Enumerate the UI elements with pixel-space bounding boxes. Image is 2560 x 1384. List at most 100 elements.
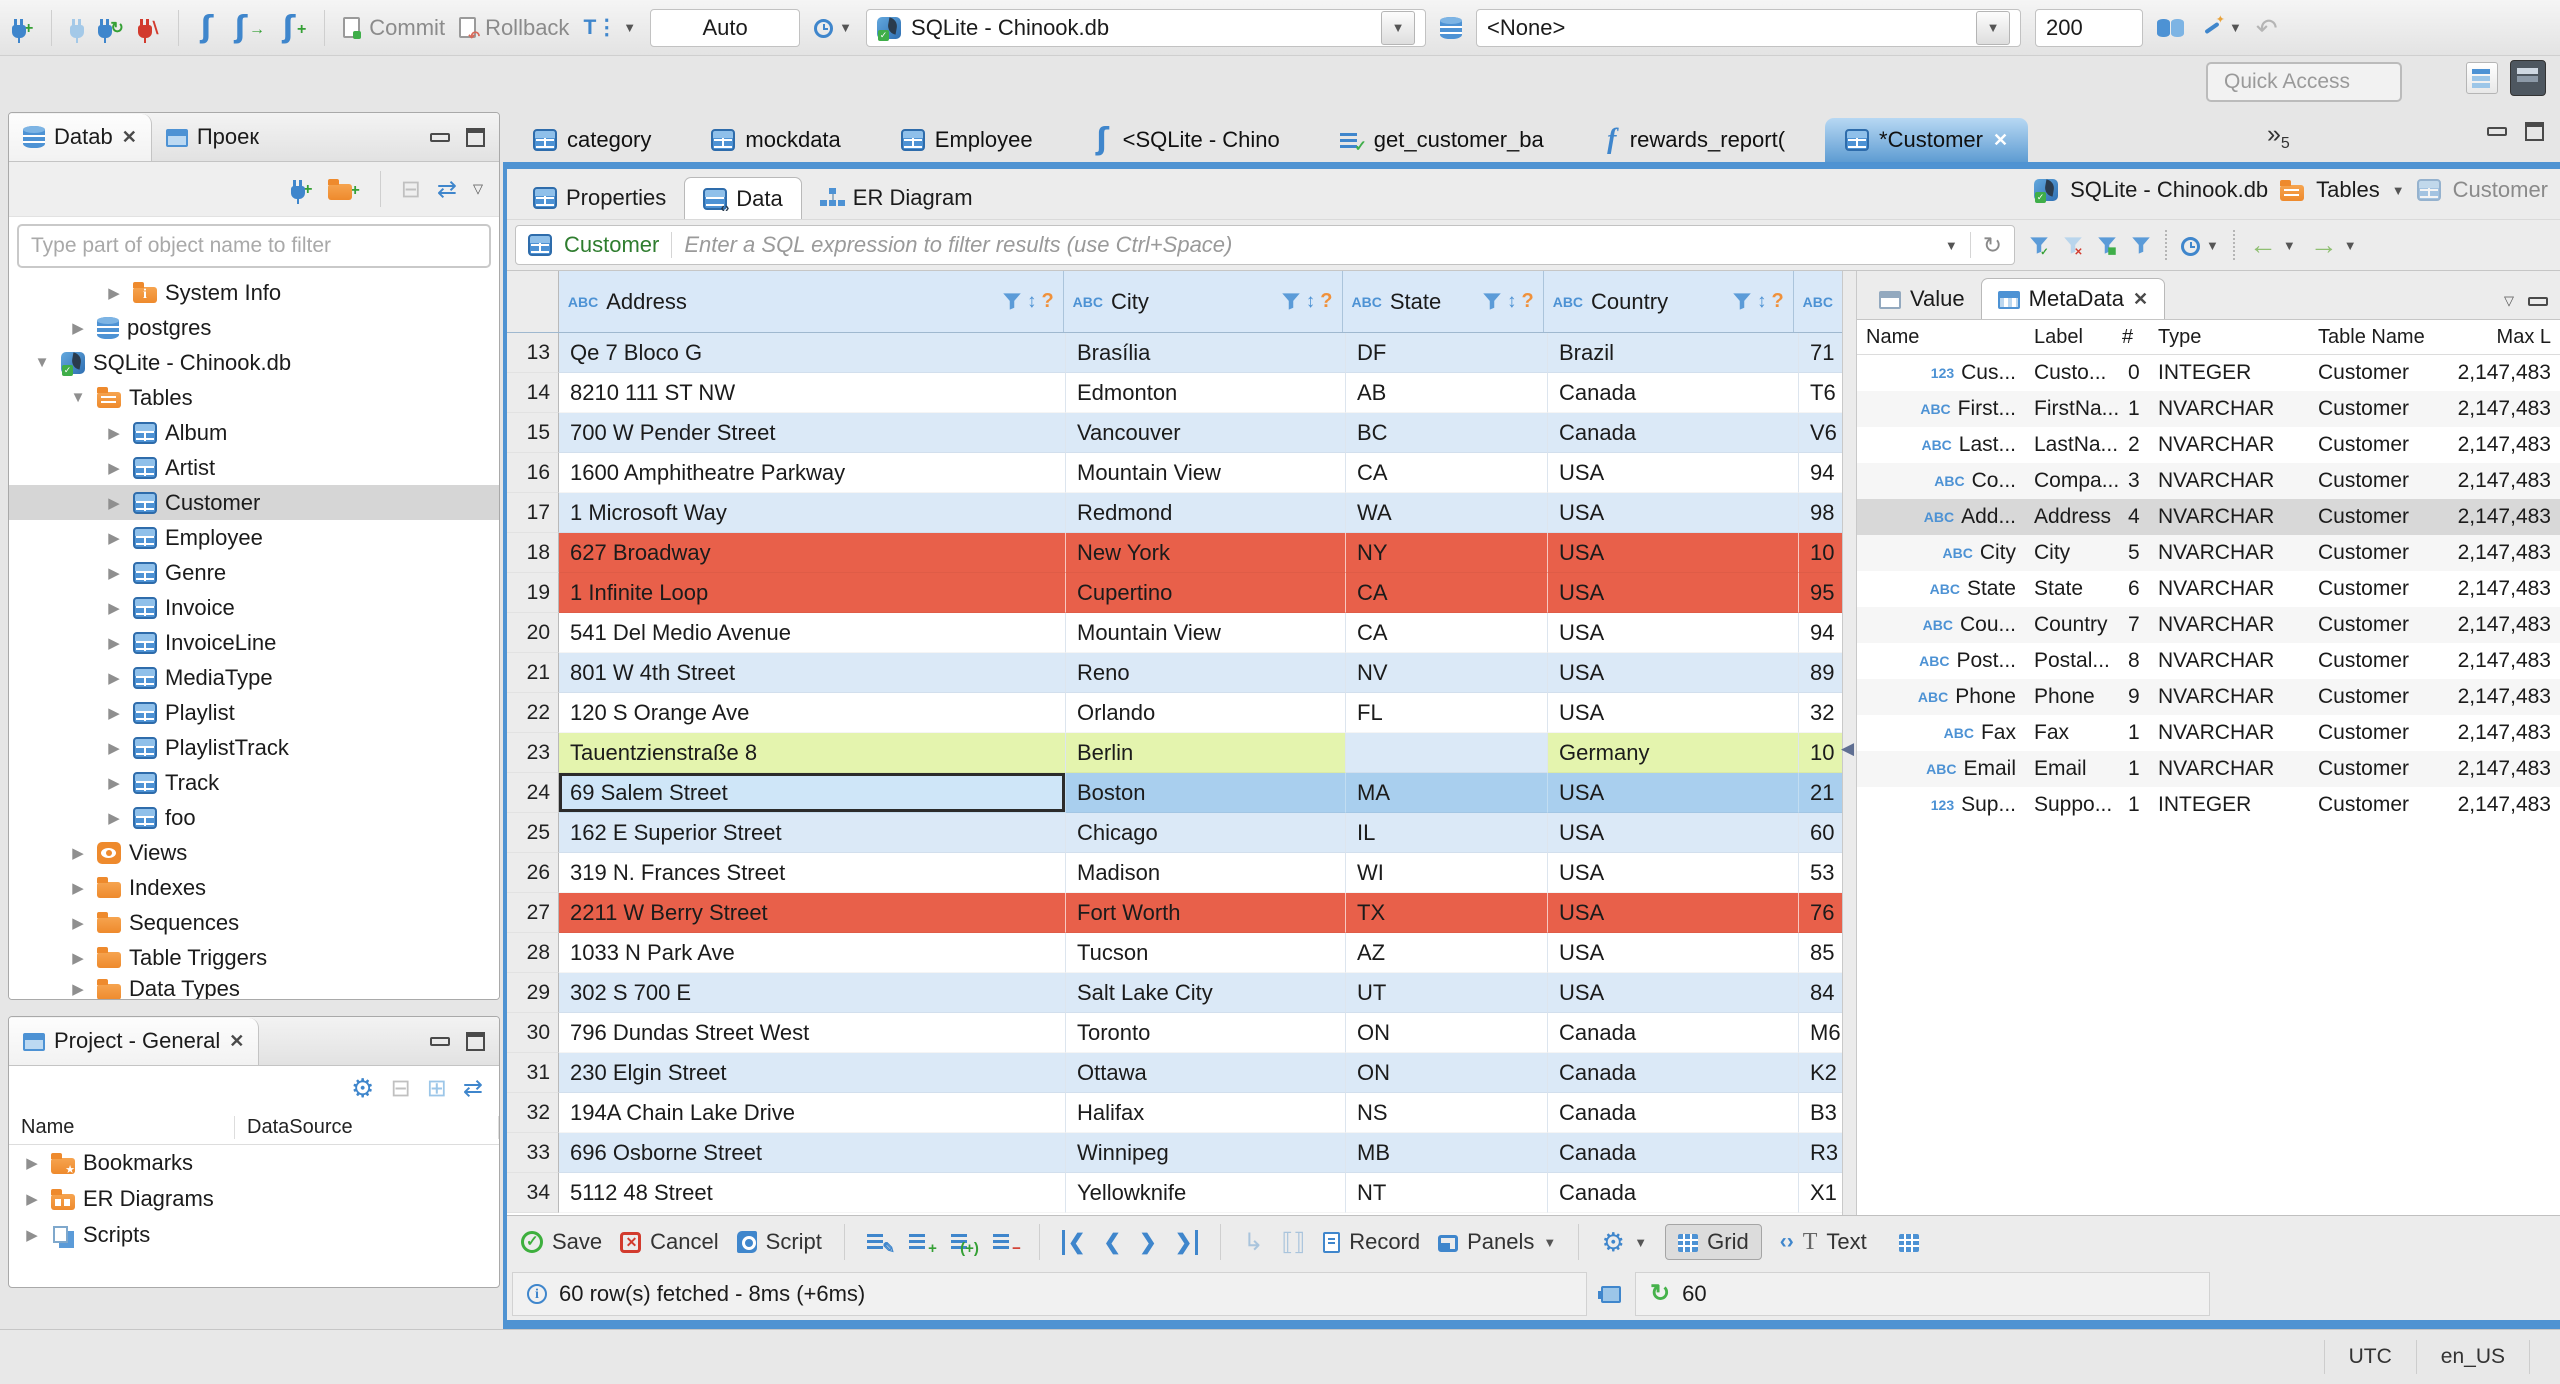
cell-postalcode[interactable]: 76 bbox=[1799, 893, 1842, 933]
cell-state[interactable]: NT bbox=[1346, 1173, 1548, 1213]
tree-item[interactable]: ▶ Employee bbox=[9, 520, 499, 555]
chevron-down-icon[interactable]: ▼ bbox=[2392, 183, 2405, 198]
row-number[interactable]: 17 bbox=[507, 493, 559, 533]
cell-city[interactable]: Yellowknife bbox=[1066, 1173, 1346, 1213]
refresh-icon[interactable]: ↻ bbox=[1983, 234, 2002, 257]
cell-country[interactable]: Canada bbox=[1548, 1093, 1799, 1133]
grid-row[interactable]: 19 1 Infinite Loop Cupertino CA USA 95 bbox=[507, 573, 1842, 613]
cell-address[interactable]: Qe 7 Bloco G bbox=[559, 333, 1066, 373]
cell-address[interactable]: 319 N. Frances Street bbox=[559, 853, 1066, 893]
metadata-row[interactable]: ABC Email Email 1 NVARCHAR Customer 2,147… bbox=[1857, 751, 2560, 787]
new-connection-button[interactable]: + bbox=[12, 18, 33, 43]
project-item[interactable]: ▶ Scripts bbox=[9, 1217, 499, 1253]
cell-country[interactable]: Germany bbox=[1548, 733, 1799, 773]
metadata-row[interactable]: ABC Add... Address 4 NVARCHAR Customer 2,… bbox=[1857, 499, 2560, 535]
column-header-name[interactable]: Name bbox=[1857, 326, 2025, 349]
sql-editor-button[interactable] bbox=[197, 17, 217, 39]
cell-address[interactable]: 2211 W Berry Street bbox=[559, 893, 1066, 933]
cell-city[interactable]: Cupertino bbox=[1066, 573, 1346, 613]
editor-tab[interactable]: rewards_report( bbox=[1584, 118, 1815, 162]
row-number[interactable]: 28 bbox=[507, 933, 559, 973]
grid-row[interactable]: 26 319 N. Frances Street Madison WI USA … bbox=[507, 853, 1842, 893]
grid-row[interactable]: 16 1600 Amphitheatre Parkway Mountain Vi… bbox=[507, 453, 1842, 493]
column-header-datasource[interactable]: DataSource bbox=[235, 1115, 499, 1139]
cell-address[interactable]: 8210 111 ST NW bbox=[559, 373, 1066, 413]
new-folder-button[interactable]: + bbox=[328, 178, 360, 200]
row-number[interactable]: 32 bbox=[507, 1093, 559, 1133]
cell-state[interactable]: IL bbox=[1346, 813, 1548, 853]
cell-address[interactable]: 696 Osborne Street bbox=[559, 1133, 1066, 1173]
row-number[interactable]: 16 bbox=[507, 453, 559, 493]
settings-button[interactable]: ▼ bbox=[1601, 1231, 1647, 1253]
cell-postalcode[interactable]: 95 bbox=[1799, 573, 1842, 613]
new-connection-button[interactable]: + bbox=[291, 179, 312, 204]
tree-item[interactable]: ▶ Playlist bbox=[9, 695, 499, 730]
breadcrumb-table[interactable]: Customer bbox=[2453, 177, 2548, 203]
open-sql-script-button[interactable]: → bbox=[231, 17, 265, 39]
row-number[interactable]: 24 bbox=[507, 773, 559, 813]
cell-city[interactable]: Brasília bbox=[1066, 333, 1346, 373]
cell-city[interactable]: Mountain View bbox=[1066, 613, 1346, 653]
row-number[interactable]: 15 bbox=[507, 413, 559, 453]
metadata-row[interactable]: ABC Cou... Country 7 NVARCHAR Customer 2,… bbox=[1857, 607, 2560, 643]
gear-icon[interactable] bbox=[351, 1077, 375, 1099]
sort-icon[interactable]: ↕ bbox=[1507, 291, 1517, 313]
tree-item[interactable]: ▼ SQLite - Chinook.db bbox=[9, 345, 499, 380]
nav-back-button[interactable]: ← ▼ bbox=[2249, 231, 2296, 259]
tree-item[interactable]: ▶ Customer bbox=[9, 485, 499, 520]
cell-city[interactable]: Reno bbox=[1066, 653, 1346, 693]
column-header-maxlength[interactable]: Max L bbox=[2446, 326, 2560, 349]
cell-state[interactable]: NS bbox=[1346, 1093, 1548, 1133]
schema-dropdown-icon[interactable]: ▼ bbox=[1976, 10, 2011, 45]
cell-state[interactable]: FL bbox=[1346, 693, 1548, 733]
editor-tab[interactable]: category bbox=[513, 118, 681, 162]
row-number[interactable]: 34 bbox=[507, 1173, 559, 1213]
cell-state[interactable]: MA bbox=[1346, 773, 1548, 813]
column-header-address[interactable]: ABC Address ↕? bbox=[559, 271, 1064, 332]
script-button[interactable]: Script bbox=[736, 1229, 822, 1255]
expand-arrow-icon[interactable]: ▶ bbox=[103, 634, 125, 652]
cell-country[interactable]: USA bbox=[1548, 933, 1799, 973]
fetch-size-input[interactable]: 200 bbox=[2035, 8, 2144, 47]
cell-postalcode[interactable]: 10 bbox=[1799, 733, 1842, 773]
add-row-icon[interactable]: + bbox=[908, 1231, 937, 1257]
tab-database-navigator[interactable]: Datab ✕ bbox=[9, 113, 152, 161]
cell-postalcode[interactable]: B3 bbox=[1799, 1093, 1842, 1133]
filter-icon[interactable] bbox=[1002, 292, 1022, 311]
cell-address[interactable]: 1 Infinite Loop bbox=[559, 573, 1066, 613]
expand-arrow-icon[interactable]: ▼ bbox=[31, 354, 53, 371]
cell-country[interactable]: Brazil bbox=[1548, 333, 1799, 373]
cell-address[interactable]: 162 E Superior Street bbox=[559, 813, 1066, 853]
metadata-row[interactable]: ABC First... FirstNa... 1 NVARCHAR Custom… bbox=[1857, 391, 2560, 427]
commit-button[interactable]: Commit bbox=[343, 15, 445, 41]
disconnect-button[interactable]: ∖ bbox=[137, 18, 160, 43]
sql-filter-input[interactable]: Customer Enter a SQL expression to filte… bbox=[515, 225, 2015, 265]
editor-tab[interactable]: Employee bbox=[881, 118, 1063, 162]
cell-country[interactable]: USA bbox=[1548, 813, 1799, 853]
fetch-next-segment-icon[interactable]: ↳ bbox=[1243, 1228, 1263, 1257]
tree-item[interactable]: ▶ Data Types bbox=[9, 975, 499, 999]
grid-row[interactable]: 25 162 E Superior Street Chicago IL USA … bbox=[507, 813, 1842, 853]
magic-wand-button[interactable]: ▼ bbox=[2201, 13, 2242, 39]
first-page-icon[interactable]: ❮ bbox=[1061, 1229, 1086, 1255]
cell-city[interactable]: Chicago bbox=[1066, 813, 1346, 853]
metadata-row[interactable]: ABC Post... Postal... 8 NVARCHAR Customer… bbox=[1857, 643, 2560, 679]
cell-country[interactable]: Canada bbox=[1548, 413, 1799, 453]
cell-country[interactable]: USA bbox=[1548, 973, 1799, 1013]
result-tab[interactable]: ER Diagram bbox=[802, 177, 991, 219]
column-header-type[interactable]: Type bbox=[2149, 326, 2309, 349]
row-number[interactable]: 31 bbox=[507, 1053, 559, 1093]
cell-address[interactable]: 5112 48 Street bbox=[559, 1173, 1066, 1213]
cell-address[interactable]: 302 S 700 E bbox=[559, 973, 1066, 1013]
expand-arrow-icon[interactable]: ▶ bbox=[103, 599, 125, 617]
cell-address[interactable]: 627 Broadway bbox=[559, 533, 1066, 573]
minimize-icon[interactable] bbox=[430, 132, 450, 142]
cell-state[interactable]: WI bbox=[1346, 853, 1548, 893]
tree-item[interactable]: ▶ foo bbox=[9, 800, 499, 835]
cell-country[interactable]: Canada bbox=[1548, 373, 1799, 413]
undo-icon[interactable]: ↶ bbox=[2256, 15, 2278, 41]
panels-button[interactable]: Panels ▼ bbox=[1438, 1229, 1556, 1255]
expand-arrow-icon[interactable]: ▶ bbox=[67, 879, 89, 897]
cell-address[interactable]: 1033 N Park Ave bbox=[559, 933, 1066, 973]
result-tab[interactable]: Data bbox=[684, 177, 802, 219]
